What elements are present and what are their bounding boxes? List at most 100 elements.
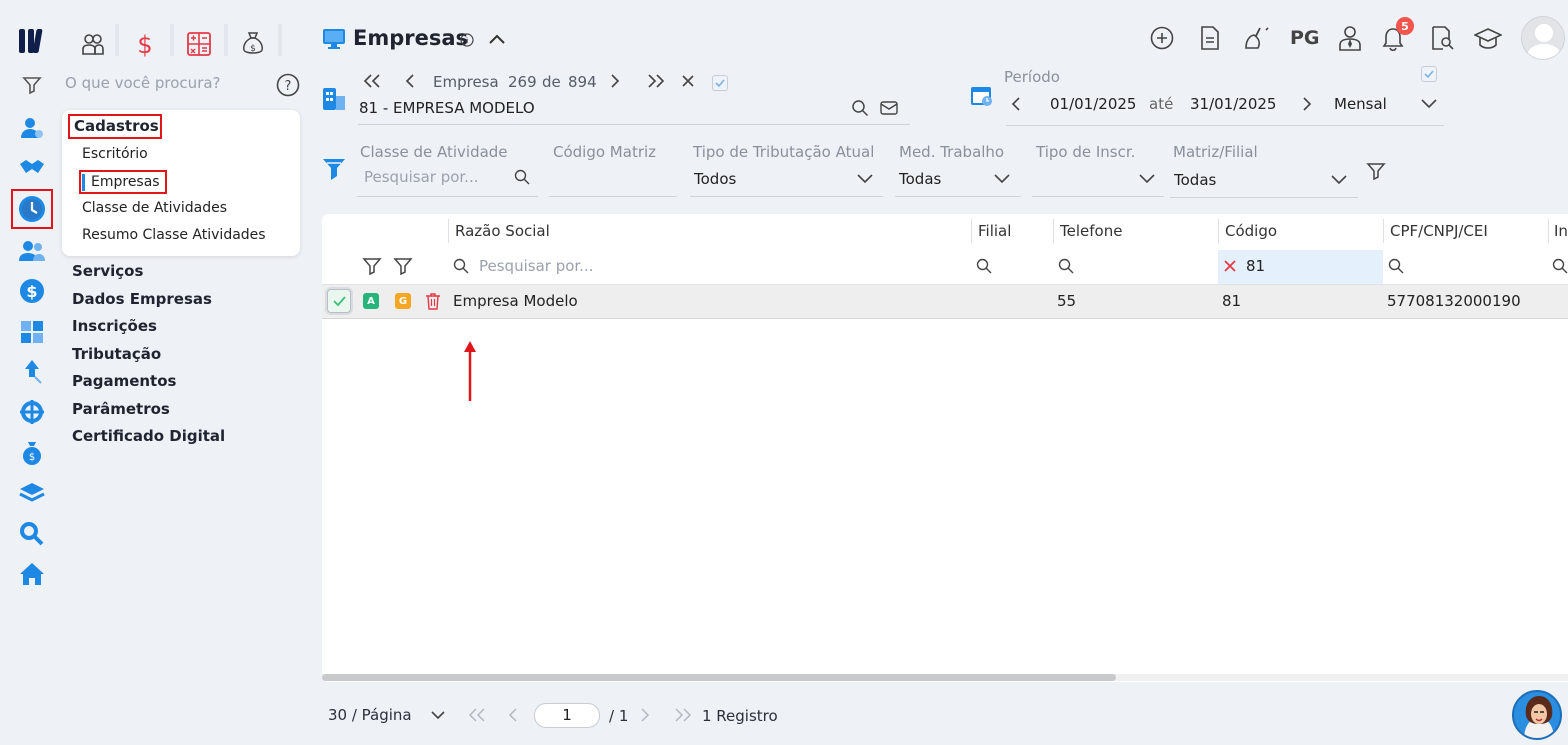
horizontal-scrollbar[interactable]: [322, 674, 1568, 681]
search-icon[interactable]: [976, 258, 992, 274]
chevron-down-icon[interactable]: [1330, 172, 1348, 186]
gear-network-icon[interactable]: [17, 397, 47, 427]
next-page-icon[interactable]: [639, 708, 651, 722]
clock-icon[interactable]: [11, 189, 53, 229]
column-telefone[interactable]: Telefone: [1060, 222, 1122, 240]
chevron-down-icon[interactable]: [1138, 171, 1156, 185]
menu-search-input[interactable]: O que você procura?: [65, 74, 221, 92]
trash-icon[interactable]: [425, 292, 441, 310]
home-icon[interactable]: [17, 559, 47, 589]
tipo-inscr-select[interactable]: [1036, 170, 1126, 190]
prev-period-icon[interactable]: [1009, 96, 1023, 112]
classe-search-input[interactable]: Pesquisar por...: [364, 168, 479, 186]
column-filial[interactable]: Filial: [978, 222, 1011, 240]
mail-icon[interactable]: [880, 100, 898, 116]
period-mode[interactable]: Mensal: [1334, 95, 1387, 113]
money-bag-icon[interactable]: $: [235, 26, 271, 62]
search-icon[interactable]: [17, 519, 47, 549]
row-checkbox[interactable]: [327, 289, 351, 313]
people-icon[interactable]: [75, 26, 111, 62]
chevron-down-icon[interactable]: [856, 171, 874, 185]
search-icon[interactable]: [514, 169, 530, 185]
chevron-down-icon[interactable]: [1420, 96, 1438, 110]
money-bag-icon[interactable]: $: [17, 438, 47, 468]
menu-item-classe-atividades[interactable]: Classe de Atividades: [82, 200, 227, 216]
last-record-icon[interactable]: [646, 73, 666, 89]
column-in[interactable]: In: [1554, 222, 1568, 240]
chevron-down-icon[interactable]: [993, 171, 1011, 185]
report-search-icon[interactable]: [1430, 26, 1454, 50]
menu-pagamentos[interactable]: Pagamentos: [72, 372, 176, 390]
tributacao-select[interactable]: Todos: [694, 170, 736, 188]
badge-g[interactable]: G: [395, 293, 411, 309]
users-icon[interactable]: [17, 236, 47, 266]
filter-icon[interactable]: [17, 70, 47, 100]
filter-outline-icon[interactable]: [393, 256, 413, 276]
layers-icon[interactable]: [17, 478, 47, 508]
navigator-checkbox[interactable]: [712, 75, 728, 91]
info-icon[interactable]: [460, 33, 474, 47]
search-icon[interactable]: [1388, 258, 1404, 274]
column-razao-social[interactable]: Razão Social: [455, 222, 550, 240]
avatar[interactable]: [1521, 16, 1565, 60]
add-circle-icon[interactable]: [1150, 26, 1174, 50]
first-record-icon[interactable]: [362, 73, 382, 89]
close-icon[interactable]: [681, 74, 695, 88]
menu-tributacao[interactable]: Tributação: [72, 345, 161, 363]
page-input[interactable]: 1: [534, 703, 600, 728]
prev-record-icon[interactable]: [403, 73, 417, 89]
matriz-filial-select[interactable]: Todas: [1174, 171, 1216, 189]
menu-item-escritorio[interactable]: Escritório: [82, 146, 148, 162]
filter-outline-icon[interactable]: [362, 256, 382, 276]
menu-parametros[interactable]: Parâmetros: [72, 400, 170, 418]
badge-a[interactable]: A: [363, 293, 379, 309]
filter-outline-icon[interactable]: [1366, 161, 1386, 181]
page-size-select[interactable]: 30 / Página: [328, 706, 412, 724]
chart-up-icon[interactable]: [17, 357, 47, 387]
scrollbar-thumb[interactable]: [322, 674, 1116, 681]
app-logo[interactable]: [19, 27, 49, 55]
dollar-circle-icon[interactable]: $: [17, 276, 47, 306]
codigo-filter-input[interactable]: 81: [1246, 257, 1265, 275]
next-period-icon[interactable]: [1300, 96, 1314, 112]
menu-item-resumo-classe[interactable]: Resumo Classe Atividades: [82, 227, 266, 243]
clear-filter-icon[interactable]: [1223, 259, 1237, 273]
prev-page-icon[interactable]: [507, 708, 519, 722]
user-settings-icon[interactable]: [17, 113, 47, 143]
user-tie-icon[interactable]: [1338, 25, 1362, 51]
help-icon[interactable]: ?: [276, 73, 300, 97]
period-start[interactable]: 01/01/2025: [1050, 95, 1136, 113]
next-record-icon[interactable]: [608, 73, 622, 89]
last-page-icon[interactable]: [673, 708, 693, 722]
menu-item-empresas[interactable]: Empresas: [91, 174, 160, 190]
handshake-icon[interactable]: [17, 153, 47, 183]
column-codigo[interactable]: Código: [1225, 222, 1277, 240]
period-end[interactable]: 31/01/2025: [1190, 95, 1276, 113]
menu-certificado-digital[interactable]: Certificado Digital: [72, 427, 225, 445]
menu-servicos[interactable]: Serviços: [72, 262, 143, 280]
pg-button[interactable]: PG: [1290, 27, 1320, 49]
broom-icon[interactable]: [1244, 26, 1270, 50]
codigo-filter-cell[interactable]: [1218, 250, 1383, 284]
chevron-down-icon[interactable]: [430, 709, 446, 721]
dollar-icon[interactable]: $: [127, 26, 163, 62]
calculator-icon[interactable]: [181, 26, 217, 62]
search-icon[interactable]: [851, 99, 869, 117]
menu-inscricoes[interactable]: Inscrições: [72, 317, 157, 335]
column-cpf-cnpj[interactable]: CPF/CNPJ/CEI: [1390, 222, 1488, 240]
assistant-avatar[interactable]: [1512, 690, 1562, 740]
search-icon[interactable]: [453, 258, 469, 274]
menu-cadastros[interactable]: Cadastros: [74, 117, 159, 135]
calculator-icon[interactable]: [17, 317, 47, 347]
search-icon[interactable]: [1552, 258, 1568, 274]
search-icon[interactable]: [1058, 258, 1074, 274]
first-page-icon[interactable]: [467, 708, 487, 722]
chevron-up-icon[interactable]: [487, 31, 507, 47]
filter-funnel-icon[interactable]: [322, 157, 346, 181]
med-trabalho-select[interactable]: Todas: [899, 170, 941, 188]
document-icon[interactable]: [1199, 26, 1221, 50]
razao-social-search-input[interactable]: Pesquisar por...: [479, 257, 594, 275]
company-selector[interactable]: 81 - EMPRESA MODELO: [359, 99, 535, 117]
graduation-cap-icon[interactable]: [1474, 27, 1502, 51]
menu-dados-empresas[interactable]: Dados Empresas: [72, 290, 212, 308]
